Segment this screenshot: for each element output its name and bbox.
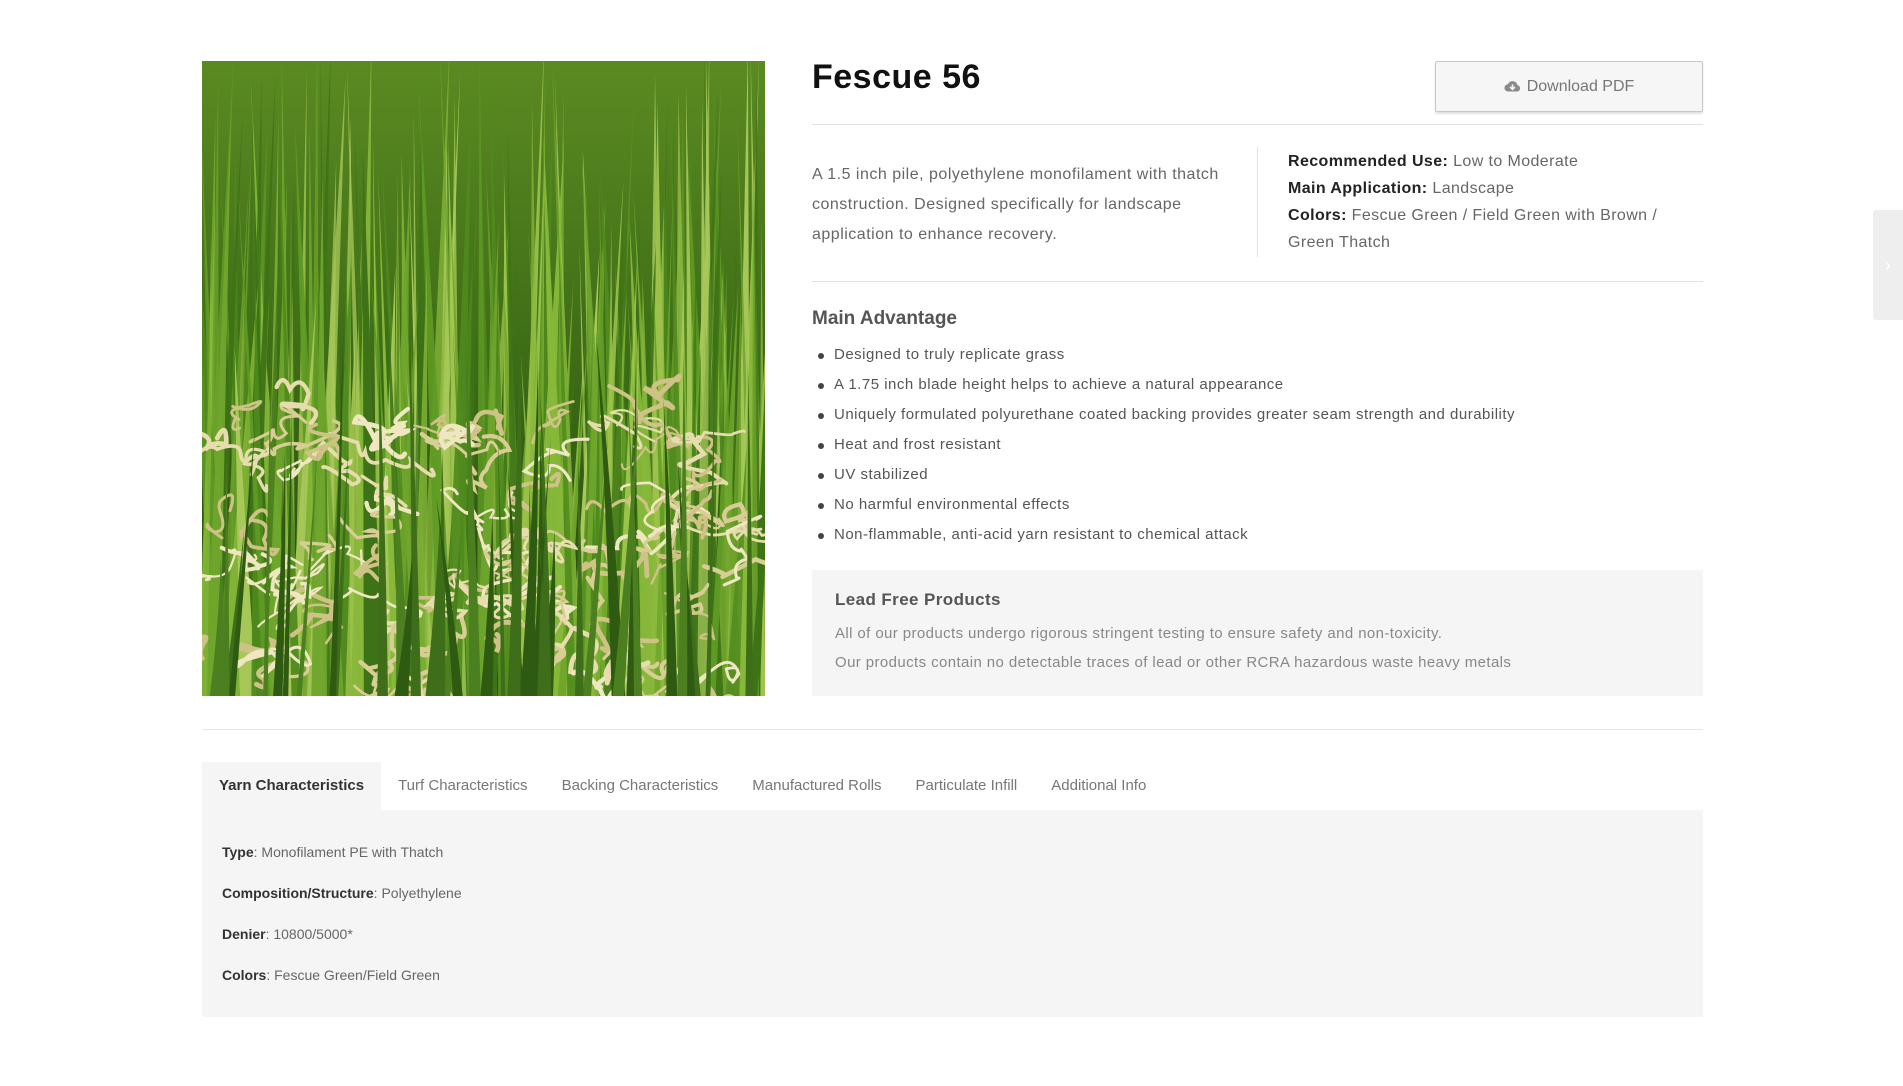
advantage-item: A 1.75 inch blade height helps to achiev…: [812, 372, 1515, 402]
yarn-composition: Composition/Structure: Polyethylene: [222, 883, 1683, 924]
advantage-item: Non-flammable, anti-acid yarn resistant …: [812, 522, 1515, 552]
spec-colors: Colors: Fescue Green / Field Green with …: [1288, 202, 1698, 256]
cloud-download-icon: [1504, 80, 1521, 94]
attr-value: : Polyethylene: [373, 885, 462, 901]
tab-additional-info[interactable]: Additional Info: [1034, 762, 1163, 810]
advantage-item: UV stabilized: [812, 462, 1515, 492]
spec-label: Colors:: [1288, 207, 1347, 224]
attr-label: Composition/Structure: [222, 885, 374, 901]
lead-free-text: Our products contain no detectable trace…: [835, 654, 1512, 671]
attr-label: Type: [222, 844, 254, 860]
yarn-characteristics-panel: Type: Monofilament PE with Thatch Compos…: [202, 810, 1703, 1017]
download-pdf-button[interactable]: Download PDF: [1435, 61, 1703, 112]
product-image: [202, 61, 765, 696]
attr-value: : Monofilament PE with Thatch: [253, 844, 444, 860]
lead-free-title: Lead Free Products: [835, 590, 1001, 609]
turf-photo: [202, 61, 765, 696]
tab-turf-characteristics[interactable]: Turf Characteristics: [381, 762, 544, 810]
spec-value: Low to Moderate: [1453, 153, 1579, 170]
yarn-denier: Denier: 10800/5000*: [222, 924, 1683, 965]
product-description: A 1.5 inch pile, polyethylene monofilame…: [812, 166, 1219, 243]
tab-yarn-characteristics[interactable]: Yarn Characteristics: [202, 762, 382, 810]
header-divider: [812, 124, 1703, 125]
page-title: Fescue 56: [812, 58, 981, 96]
spec-label: Recommended Use:: [1288, 153, 1449, 170]
lead-free-panel: Lead Free Products All of our products u…: [812, 570, 1703, 696]
attr-value: : Fescue Green/Field Green: [266, 967, 440, 983]
advantage-list: Designed to truly replicate grass A 1.75…: [812, 342, 1515, 552]
spec-label: Main Application:: [1288, 180, 1428, 197]
main-advantage-heading: Main Advantage: [812, 308, 957, 329]
tab-manufactured-rolls[interactable]: Manufactured Rolls: [735, 762, 898, 810]
spec-recommended-use: Recommended Use: Low to Moderate: [1288, 148, 1698, 175]
tab-backing-characteristics[interactable]: Backing Characteristics: [545, 762, 736, 810]
advantage-item: Designed to truly replicate grass: [812, 342, 1515, 372]
lead-free-text: All of our products undergo rigorous str…: [835, 625, 1443, 642]
section-divider: [812, 281, 1703, 282]
spec-value: Landscape: [1432, 180, 1515, 197]
characteristics-tabs: Yarn Characteristics Turf Characteristic…: [202, 762, 1163, 810]
advantage-item: Uniquely formulated polyurethane coated …: [812, 402, 1515, 432]
advantage-item: No harmful environmental effects: [812, 492, 1515, 522]
attr-label: Denier: [222, 926, 266, 942]
description-divider: [1257, 147, 1258, 257]
spec-main-application: Main Application: Landscape: [1288, 175, 1698, 202]
side-drawer-handle[interactable]: ›: [1873, 210, 1903, 320]
tab-particulate-infill[interactable]: Particulate Infill: [899, 762, 1035, 810]
attr-label: Colors: [222, 967, 267, 983]
advantage-item: Heat and frost resistant: [812, 432, 1515, 462]
attr-value: : 10800/5000*: [265, 926, 353, 942]
chevron-right-icon: ›: [1885, 254, 1891, 275]
yarn-type: Type: Monofilament PE with Thatch: [222, 842, 1683, 883]
download-pdf-label: Download PDF: [1526, 77, 1635, 95]
yarn-colors: Colors: Fescue Green/Field Green: [222, 965, 1683, 1006]
product-specs: Recommended Use: Low to Moderate Main Ap…: [1288, 148, 1698, 256]
tabs-divider: [202, 729, 1703, 730]
